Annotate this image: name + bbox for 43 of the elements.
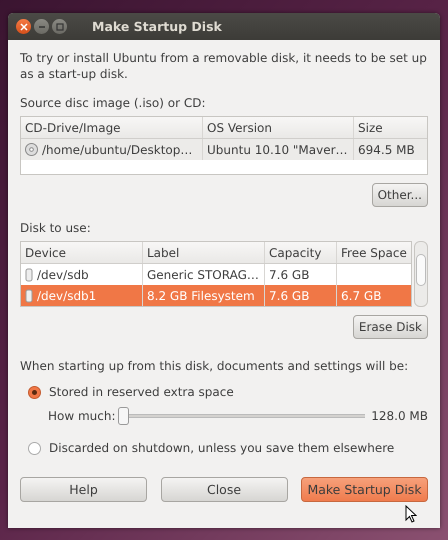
radio-button[interactable] — [28, 442, 41, 454]
other-button[interactable]: Other... — [372, 183, 428, 207]
table-cell: /dev/sdb — [37, 268, 89, 282]
dialog-button[interactable]: Close — [160, 477, 288, 502]
section-label: Disk to use: — [20, 221, 92, 235]
option-label: Stored in reserved extra space — [49, 385, 234, 399]
mouse-cursor-icon — [405, 505, 417, 523]
table-cell: 7.6 GB — [269, 268, 310, 282]
option-label: Discarded on shutdown, unless you save them elsewhere — [49, 441, 394, 455]
section-label: When starting up from this disk, documents and settings will be: — [20, 359, 410, 373]
minimize-icon[interactable] — [34, 19, 49, 34]
radio-button[interactable] — [28, 386, 41, 398]
table-cell: 8.2 GB Filesystem — [147, 288, 255, 302]
table-cell: 7.6 GB — [269, 288, 310, 302]
column-header[interactable]: Free Space — [337, 242, 409, 263]
dialog-button[interactable]: Help — [20, 477, 147, 502]
table-cell: Ubuntu 10.10 "Maver… — [207, 142, 348, 156]
disc-icon — [25, 143, 38, 156]
slider-label: How much: — [48, 409, 116, 423]
column-header[interactable]: CD-Drive/Image — [21, 117, 203, 138]
usb-drive-icon — [25, 288, 33, 302]
usb-drive-icon — [25, 268, 33, 282]
section-label: Source disc image (.iso) or CD: — [20, 96, 207, 110]
table-cell: 694.5 MB — [358, 142, 415, 156]
table-row[interactable]: /home/ubuntu/Desktop… Ubuntu 10.10 "Maver… 694.5 MB — [21, 139, 427, 160]
column-header[interactable]: Label — [143, 242, 265, 263]
table-cell: Generic STORAG… — [147, 268, 259, 282]
scrollbar[interactable] — [414, 241, 428, 307]
column-header[interactable]: Size — [354, 117, 427, 138]
table-cell: 6.7 GB — [341, 288, 382, 302]
window-title: Make Startup Disk — [92, 19, 222, 34]
column-header[interactable]: Capacity — [265, 242, 337, 263]
table-cell: /dev/sdb1 — [37, 288, 96, 302]
erase-disk-button[interactable]: Erase Disk — [352, 315, 428, 339]
slider-thumb[interactable] — [118, 407, 129, 425]
maximize-icon[interactable] — [52, 19, 67, 34]
column-header[interactable]: OS Version — [203, 117, 354, 138]
column-header[interactable]: Device — [21, 242, 143, 263]
slider-value: 128.0 MB — [371, 409, 428, 423]
intro-text: To try or install Ubuntu from a removable disk, it needs to be set up as a start-up disk. — [20, 50, 428, 82]
dialog-button[interactable]: Make Startup Disk — [301, 477, 428, 502]
table-cell: /home/ubuntu/Desktop… — [42, 142, 192, 156]
close-icon[interactable] — [16, 19, 31, 34]
